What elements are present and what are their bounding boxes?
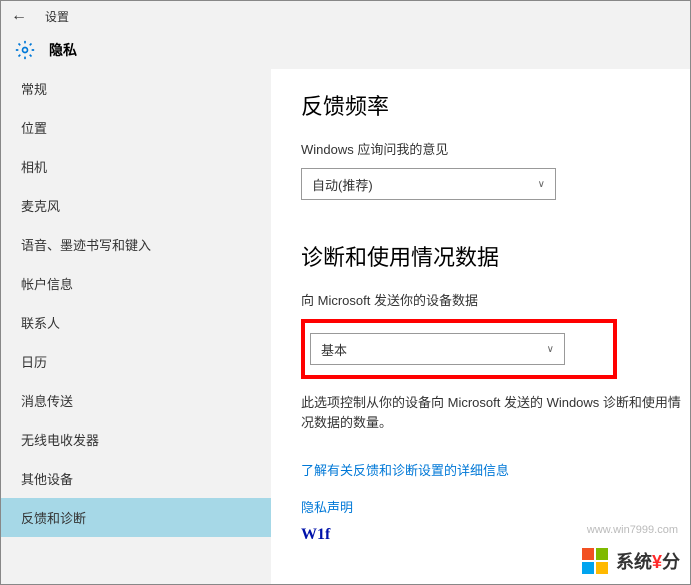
sidebar-item-location[interactable]: 位置 xyxy=(1,108,271,147)
privacy-statement-link[interactable]: 隐私声明 xyxy=(301,497,690,516)
section-diagnostics-title: 诊断和使用情况数据 xyxy=(301,240,690,272)
feedback-label: Windows 应询问我的意见 xyxy=(301,139,690,158)
watermark: 系统¥分 xyxy=(582,548,680,574)
sidebar-item-calendar[interactable]: 日历 xyxy=(1,342,271,381)
diagnostics-label: 向 Microsoft 发送你的设备数据 xyxy=(301,290,690,309)
sidebar-item-microphone[interactable]: 麦克风 xyxy=(1,186,271,225)
sidebar-item-contacts[interactable]: 联系人 xyxy=(1,303,271,342)
learn-more-link[interactable]: 了解有关反馈和诊断设置的详细信息 xyxy=(301,460,690,479)
microsoft-logo-icon xyxy=(582,548,608,574)
feedback-frequency-dropdown[interactable]: 自动(推荐) ∨ xyxy=(301,168,556,200)
sidebar: 常规 位置 相机 麦克风 语音、墨迹书写和键入 帐户信息 联系人 日历 消息传送… xyxy=(1,69,271,584)
section-feedback-frequency-title: 反馈频率 xyxy=(301,89,690,121)
gear-icon xyxy=(15,40,35,60)
sidebar-item-camera[interactable]: 相机 xyxy=(1,147,271,186)
chevron-down-icon: ∨ xyxy=(538,179,545,190)
watermark-url: www.win7999.com xyxy=(587,524,678,536)
sidebar-item-radios[interactable]: 无线电收发器 xyxy=(1,420,271,459)
sidebar-item-account[interactable]: 帐户信息 xyxy=(1,264,271,303)
sidebar-item-other-devices[interactable]: 其他设备 xyxy=(1,459,271,498)
sidebar-item-general[interactable]: 常规 xyxy=(1,69,271,108)
sidebar-item-messaging[interactable]: 消息传送 xyxy=(1,381,271,420)
sidebar-item-feedback[interactable]: 反馈和诊断 xyxy=(1,498,271,537)
watermark-text: 系统¥分 xyxy=(616,548,680,574)
diagnostics-dropdown[interactable]: 基本 ∨ xyxy=(310,333,565,365)
highlighted-box: 基本 ∨ xyxy=(301,319,617,379)
main-content: 反馈频率 Windows 应询问我的意见 自动(推荐) ∨ 诊断和使用情况数据 … xyxy=(271,69,690,584)
sidebar-item-speech[interactable]: 语音、墨迹书写和键入 xyxy=(1,225,271,264)
dropdown-value: 自动(推荐) xyxy=(312,175,373,194)
chevron-down-icon: ∨ xyxy=(547,344,554,355)
watermark-partial-text: W1f xyxy=(301,526,330,544)
titlebar-title: 设置 xyxy=(45,8,69,25)
back-button[interactable]: ← xyxy=(11,7,27,25)
page-title: 隐私 xyxy=(49,40,77,60)
dropdown-value: 基本 xyxy=(321,340,347,359)
diagnostics-description: 此选项控制从你的设备向 Microsoft 发送的 Windows 诊断和使用情… xyxy=(301,393,690,432)
